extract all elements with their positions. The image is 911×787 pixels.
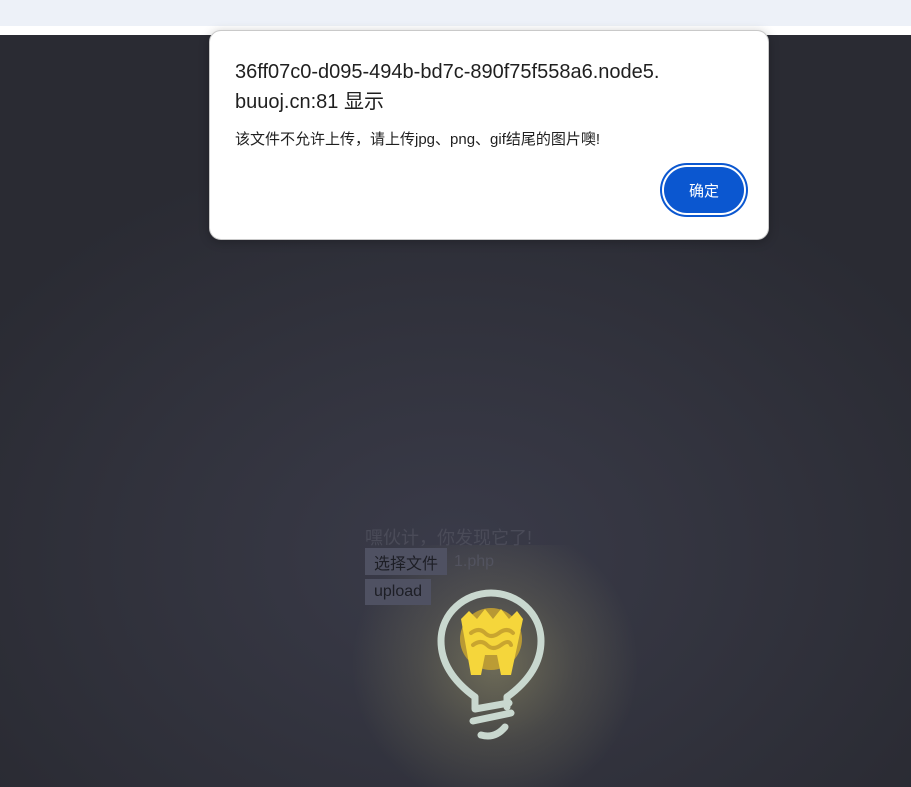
dialog-title: 36ff07c0-d095-494b-bd7c-890f75f558a6.nod…	[235, 61, 660, 113]
file-input-row: 选择文件 1.php	[365, 548, 494, 575]
ok-button[interactable]: 确定	[664, 167, 744, 213]
selected-file-name: 1.php	[454, 552, 495, 570]
browser-top-strip	[0, 0, 911, 26]
hint-text: 嘿伙计，你发现它了!	[365, 528, 533, 548]
choose-file-button[interactable]: 选择文件	[365, 548, 448, 575]
lightbulb-icon[interactable]	[435, 589, 547, 749]
upload-button[interactable]: upload	[365, 579, 432, 605]
dialog-message: 该文件不允许上传，请上传jpg、png、gif结尾的图片噢!	[235, 131, 601, 148]
alert-dialog: 36ff07c0-d095-494b-bd7c-890f75f558a6.nod…	[209, 30, 769, 240]
